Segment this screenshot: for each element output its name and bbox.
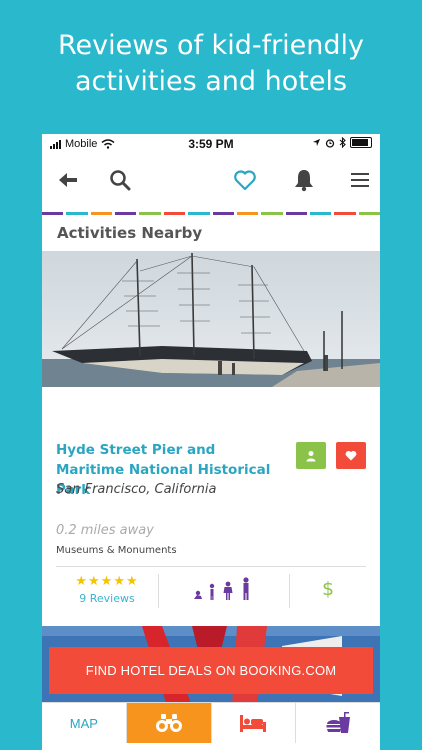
bottom-tab-bar: MAP	[42, 702, 380, 743]
location-arrow-icon	[312, 138, 321, 147]
bell-icon	[295, 170, 313, 192]
bluetooth-icon	[339, 137, 346, 148]
headline-line-2: activities and hotels	[74, 66, 348, 97]
booking-deals-button[interactable]: FIND HOTEL DEALS ON BOOKING.COM	[49, 647, 373, 694]
phone-screen: Mobile 3:59 PM Activities Nearby Hyde St…	[42, 134, 380, 750]
favorites-button[interactable]	[229, 164, 261, 196]
headline-line-1: Reviews of kid-friendly	[57, 30, 365, 61]
back-button[interactable]	[52, 164, 84, 196]
notifications-button[interactable]	[288, 164, 320, 196]
rating-block[interactable]: ★★★★★ 9 Reviews	[56, 568, 158, 610]
search-icon	[110, 170, 131, 191]
user-icon	[306, 450, 316, 461]
visited-button[interactable]	[296, 442, 326, 469]
food-drink-icon	[326, 712, 351, 733]
search-button[interactable]	[104, 164, 136, 196]
price-level: $	[321, 578, 335, 600]
star-rating: ★★★★★	[75, 573, 139, 589]
tab-activities[interactable]	[126, 703, 212, 743]
reviews-link[interactable]: 9 Reviews	[79, 592, 134, 605]
battery-icon	[350, 137, 372, 148]
top-toolbar	[42, 156, 380, 204]
tab-hotels[interactable]	[212, 703, 297, 743]
menu-button[interactable]	[344, 164, 376, 196]
bed-icon	[240, 715, 267, 732]
distance-label: 0.2 miles away	[56, 523, 154, 538]
binoculars-icon	[155, 714, 182, 732]
section-title: Activities Nearby	[57, 224, 203, 242]
category-label: Museums & Monuments	[56, 545, 177, 556]
family-ages-icon	[194, 577, 249, 600]
headline: Reviews of kid-friendly activities and h…	[0, 28, 422, 100]
back-arrow-icon	[59, 173, 77, 187]
heart-icon	[345, 451, 357, 461]
activity-photo[interactable]	[42, 251, 380, 387]
status-bar: Mobile 3:59 PM	[42, 134, 380, 154]
favorite-button[interactable]	[336, 442, 366, 469]
alarm-icon	[325, 138, 335, 148]
activity-location: San Francisco, California	[56, 482, 217, 497]
tab-restaurants[interactable]	[296, 703, 380, 743]
divider	[56, 566, 366, 567]
price-block: $	[290, 568, 366, 610]
age-range-block	[159, 568, 289, 610]
tab-map[interactable]: MAP	[42, 703, 127, 743]
color-divider	[42, 212, 380, 215]
tab-map-label: MAP	[69, 715, 98, 731]
heart-outline-icon	[234, 170, 256, 191]
activity-stats: ★★★★★ 9 Reviews $	[42, 568, 380, 610]
hamburger-menu-icon	[351, 173, 369, 187]
